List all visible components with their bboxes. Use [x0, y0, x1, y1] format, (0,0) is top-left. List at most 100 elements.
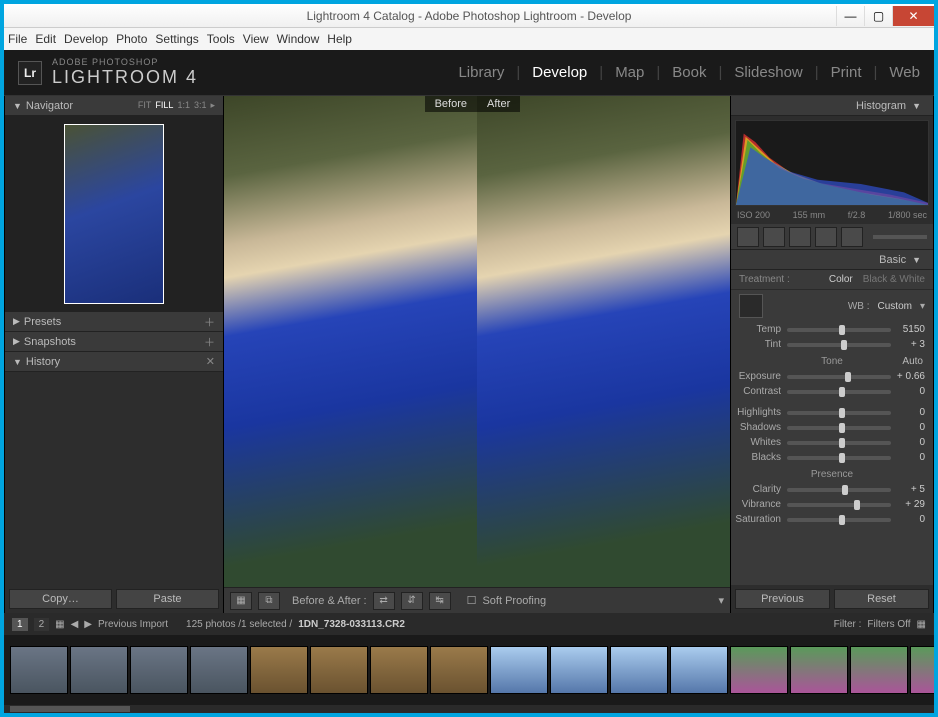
- film-thumb[interactable]: [70, 646, 128, 694]
- source-label[interactable]: Previous Import: [98, 619, 168, 630]
- highlights-slider[interactable]: Highlights0: [731, 405, 933, 420]
- reset-button[interactable]: Reset: [834, 589, 929, 609]
- module-develop[interactable]: Develop: [532, 64, 587, 81]
- preview-area[interactable]: Before After: [224, 96, 730, 587]
- menu-develop[interactable]: Develop: [64, 32, 108, 46]
- snapshots-add-icon[interactable]: ＋: [204, 334, 215, 350]
- tool-slider[interactable]: [873, 235, 927, 239]
- ba-top-bottom-icon[interactable]: ⇵: [401, 592, 423, 610]
- wb-select[interactable]: Custom: [878, 301, 912, 312]
- navigator-header[interactable]: ▼ Navigator FIT FILL 1:1 3:1 ▸: [5, 96, 223, 116]
- exposure-slider[interactable]: Exposure+ 0.66: [731, 369, 933, 384]
- nav-1to1[interactable]: 1:1: [177, 100, 190, 111]
- nav-zoom-menu[interactable]: ▸: [210, 100, 215, 111]
- module-map[interactable]: Map: [615, 64, 644, 81]
- module-web[interactable]: Web: [889, 64, 920, 81]
- brush-tool-icon[interactable]: [841, 227, 863, 247]
- filmstrip-scrollbar[interactable]: [4, 705, 934, 713]
- module-library[interactable]: Library: [458, 64, 504, 81]
- wb-dropdown-icon[interactable]: ▾: [920, 301, 925, 312]
- basic-header[interactable]: Basic ▼: [731, 250, 933, 270]
- auto-button[interactable]: Auto: [902, 356, 923, 367]
- chevron-down-icon: ▼: [13, 101, 22, 111]
- previous-button[interactable]: Previous: [735, 589, 830, 609]
- ba-swap-icon[interactable]: ↹: [429, 592, 451, 610]
- film-thumb[interactable]: [790, 646, 848, 694]
- snapshots-header[interactable]: ▶ Snapshots ＋: [5, 332, 223, 352]
- shadows-slider[interactable]: Shadows0: [731, 420, 933, 435]
- chevron-down-icon: ▼: [912, 101, 921, 111]
- crop-tool-icon[interactable]: [737, 227, 759, 247]
- filter-lock-icon[interactable]: ▦: [917, 619, 926, 630]
- menu-settings[interactable]: Settings: [155, 32, 198, 46]
- film-thumb[interactable]: [10, 646, 68, 694]
- film-thumb[interactable]: [250, 646, 308, 694]
- grad-tool-icon[interactable]: [815, 227, 837, 247]
- navigator-preview[interactable]: [5, 116, 223, 312]
- nav-fill[interactable]: FILL: [155, 100, 173, 111]
- history-clear-icon[interactable]: ✕: [206, 355, 215, 368]
- paste-button[interactable]: Paste: [116, 589, 219, 609]
- film-thumb[interactable]: [610, 646, 668, 694]
- menu-photo[interactable]: Photo: [116, 32, 147, 46]
- film-thumb[interactable]: [850, 646, 908, 694]
- treatment-color[interactable]: Color: [829, 274, 853, 285]
- menu-file[interactable]: File: [8, 32, 27, 46]
- histogram-header[interactable]: Histogram ▼: [731, 96, 933, 116]
- tint-slider[interactable]: Tint+ 3: [731, 337, 933, 352]
- film-thumb[interactable]: [730, 646, 788, 694]
- chevron-down-icon: ▼: [13, 357, 22, 367]
- toolbar-menu-icon[interactable]: ▾: [718, 594, 724, 607]
- screen-indicator[interactable]: 1: [12, 618, 28, 631]
- spot-tool-icon[interactable]: [763, 227, 785, 247]
- filmstrip[interactable]: [4, 635, 934, 705]
- close-button[interactable]: ✕: [892, 6, 934, 26]
- compare-view-icon[interactable]: ⧉: [258, 592, 280, 610]
- temp-slider[interactable]: Temp5150: [731, 322, 933, 337]
- menu-edit[interactable]: Edit: [35, 32, 56, 46]
- soft-proofing-label[interactable]: Soft Proofing: [482, 595, 546, 607]
- module-print[interactable]: Print: [831, 64, 862, 81]
- film-thumb[interactable]: [190, 646, 248, 694]
- nav-back-icon[interactable]: ◀: [71, 619, 79, 630]
- film-thumb[interactable]: [310, 646, 368, 694]
- film-thumb[interactable]: [370, 646, 428, 694]
- menu-window[interactable]: Window: [277, 32, 320, 46]
- whites-slider[interactable]: Whites0: [731, 435, 933, 450]
- minimize-button[interactable]: —: [836, 6, 864, 26]
- copy-button[interactable]: Copy…: [9, 589, 112, 609]
- maximize-button[interactable]: ▢: [864, 6, 892, 26]
- preview-before: Before: [224, 96, 477, 587]
- blacks-slider[interactable]: Blacks0: [731, 450, 933, 465]
- contrast-slider[interactable]: Contrast0: [731, 384, 933, 399]
- film-thumb[interactable]: [670, 646, 728, 694]
- film-thumb[interactable]: [550, 646, 608, 694]
- menu-help[interactable]: Help: [327, 32, 352, 46]
- ba-left-right-icon[interactable]: ⇄: [373, 592, 395, 610]
- menu-tools[interactable]: Tools: [207, 32, 235, 46]
- nav-3to1[interactable]: 3:1: [194, 100, 207, 111]
- filter-select[interactable]: Filters Off: [867, 619, 910, 630]
- film-thumb[interactable]: [490, 646, 548, 694]
- module-book[interactable]: Book: [672, 64, 706, 81]
- treatment-bw[interactable]: Black & White: [863, 274, 925, 285]
- film-thumb[interactable]: [130, 646, 188, 694]
- vibrance-slider[interactable]: Vibrance+ 29: [731, 497, 933, 512]
- histogram[interactable]: [735, 120, 929, 206]
- film-thumb[interactable]: [910, 646, 934, 694]
- grid-icon[interactable]: ▦: [55, 619, 64, 630]
- nav-fwd-icon[interactable]: ▶: [84, 619, 92, 630]
- menu-view[interactable]: View: [243, 32, 269, 46]
- module-slideshow[interactable]: Slideshow: [734, 64, 802, 81]
- redeye-tool-icon[interactable]: [789, 227, 811, 247]
- film-thumb[interactable]: [430, 646, 488, 694]
- presets-header[interactable]: ▶ Presets ＋: [5, 312, 223, 332]
- presets-add-icon[interactable]: ＋: [204, 314, 215, 330]
- saturation-slider[interactable]: Saturation0: [731, 512, 933, 527]
- loupe-view-icon[interactable]: ▦: [230, 592, 252, 610]
- history-header[interactable]: ▼ History ✕: [5, 352, 223, 372]
- wb-eyedropper-icon[interactable]: [739, 294, 763, 318]
- nav-fit[interactable]: FIT: [138, 100, 152, 111]
- screen-indicator-2[interactable]: 2: [34, 618, 50, 631]
- clarity-slider[interactable]: Clarity+ 5: [731, 482, 933, 497]
